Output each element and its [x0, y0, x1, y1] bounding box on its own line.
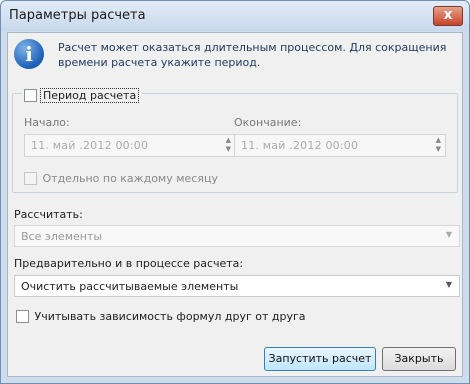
run-calculation-button[interactable]: Запустить расчет — [264, 347, 376, 371]
start-datetime-input: 11. май .2012 00:00 ▲ ▼ — [24, 134, 236, 157]
monthly-option: Отдельно по каждому месяцу — [24, 171, 218, 185]
end-datetime-value: 11. май .2012 00:00 — [241, 139, 359, 152]
pre-calc-select[interactable]: Очистить рассчитываемые элементы ▼ — [14, 275, 460, 297]
chevron-down-icon[interactable]: ▼ — [446, 280, 452, 289]
chevron-down-icon: ▼ — [445, 230, 452, 239]
close-button[interactable]: Закрыть — [382, 347, 456, 371]
monthly-checkbox — [24, 171, 37, 185]
end-datetime-input: 11. май .2012 00:00 ▲ ▼ — [234, 134, 446, 157]
close-window-button[interactable]: x — [433, 6, 463, 26]
dialog-body: i Расчет может оказаться длительным проц… — [7, 32, 463, 377]
calculate-label: Рассчитать: — [14, 208, 83, 221]
spin-up-icon: ▲ — [435, 136, 441, 144]
end-label: Окончание: — [234, 116, 302, 129]
period-checkbox[interactable] — [24, 88, 37, 102]
calculate-select-value: Все элементы — [21, 230, 103, 243]
info-message: Расчет может оказаться длительным процес… — [58, 41, 447, 69]
start-datetime-value: 11. май .2012 00:00 — [31, 139, 149, 152]
monthly-label: Отдельно по каждому месяцу — [42, 171, 218, 185]
info-icon: i — [14, 39, 44, 69]
window-title: Параметры расчета — [9, 8, 146, 23]
pre-calc-label: Предварительно и в процессе расчета: — [14, 257, 244, 270]
dependency-option[interactable]: Учитывать зависимость формул друг от дру… — [16, 309, 306, 323]
spin-up-icon: ▲ — [225, 136, 231, 144]
calculate-select: Все элементы ▼ — [14, 225, 460, 247]
dependency-checkbox[interactable] — [16, 309, 29, 323]
spin-down-icon: ▼ — [435, 145, 441, 153]
dialog-window: Параметры расчета x i Расчет может оказа… — [0, 0, 470, 384]
period-header[interactable]: Период расчета — [22, 87, 143, 106]
start-label: Начало: — [24, 116, 70, 129]
dependency-label[interactable]: Учитывать зависимость формул друг от дру… — [35, 310, 306, 323]
pre-calc-select-value: Очистить рассчитываемые элементы — [21, 280, 239, 293]
spin-down-icon: ▼ — [225, 145, 231, 153]
period-checkbox-label[interactable]: Период расчета — [40, 87, 140, 103]
title-bar[interactable]: Параметры расчета x — [1, 1, 469, 31]
